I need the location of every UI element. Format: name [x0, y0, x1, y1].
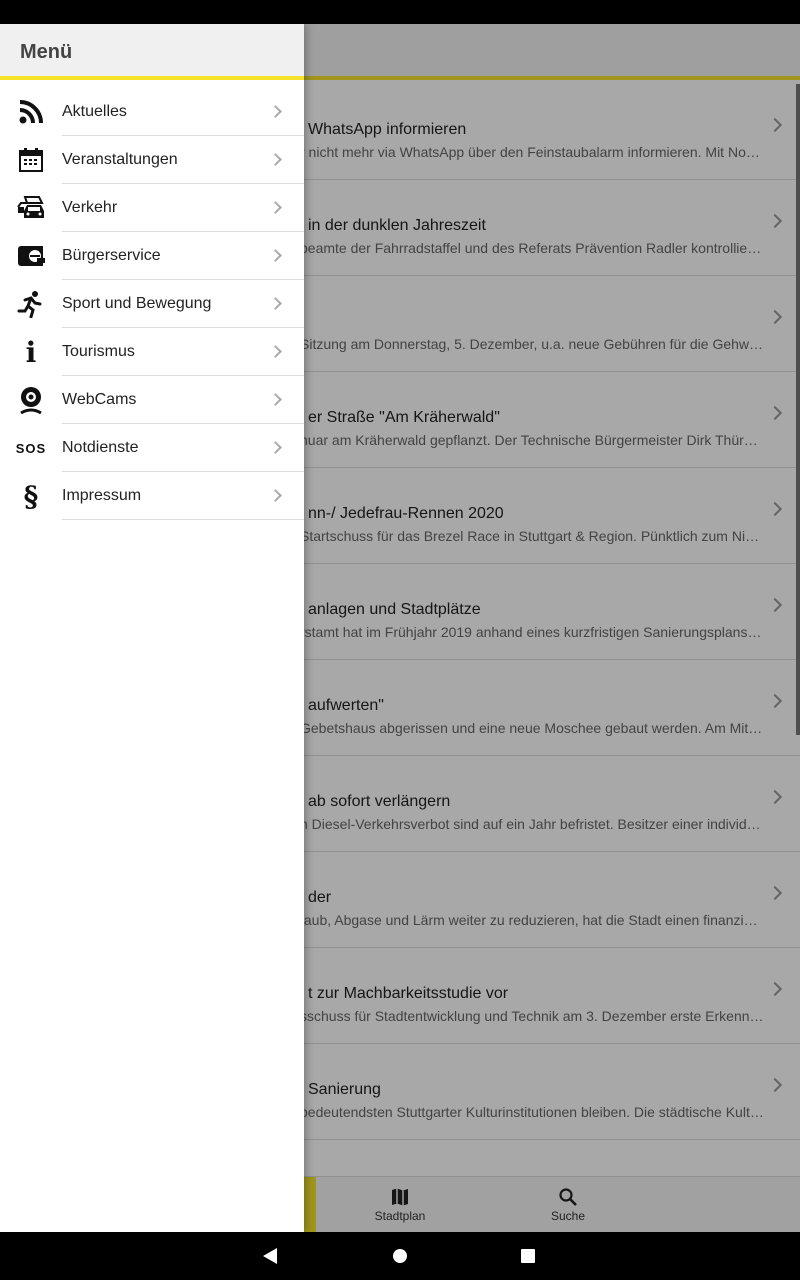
menu-item-verkehr[interactable]: Verkehr — [0, 184, 304, 232]
menu-item-tourismus[interactable]: i Tourismus — [0, 328, 304, 376]
drawer-title: Menü — [0, 24, 304, 80]
menu-item-webcams[interactable]: WebCams — [0, 376, 304, 424]
running-icon — [16, 290, 46, 318]
menu-item-sport-und-bewegung[interactable]: Sport und Bewegung — [0, 280, 304, 328]
sos-glyph: SOS — [15, 440, 47, 456]
back-icon — [263, 1248, 277, 1264]
home-icon — [393, 1249, 407, 1263]
webcam-icon — [16, 386, 46, 414]
menu-item-label: Impressum — [62, 472, 304, 520]
info-glyph: i — [25, 335, 37, 369]
menu-item-label: Bürgerservice — [62, 232, 304, 280]
home-button[interactable] — [376, 1232, 424, 1280]
status-bar — [0, 0, 800, 24]
recents-icon — [521, 1249, 535, 1263]
menu-item-label: Sport und Bewegung — [62, 280, 304, 328]
drawer-menu: Aktuelles Veranstaltungen Verkehr Bürgerser… — [0, 80, 304, 520]
menu-item-label: Verkehr — [62, 184, 304, 232]
recents-button[interactable] — [504, 1232, 552, 1280]
menu-item-aktuelles[interactable]: Aktuelles — [0, 88, 304, 136]
menu-item-label: Aktuelles — [62, 88, 304, 136]
menu-item-impressum[interactable]: § Impressum — [0, 472, 304, 520]
traffic-cars-icon — [16, 194, 46, 222]
menu-item-veranstaltungen[interactable]: Veranstaltungen — [0, 136, 304, 184]
menu-item-notdienste[interactable]: SOS Notdienste — [0, 424, 304, 472]
paragraph-icon: § — [16, 479, 46, 513]
menu-item-label: Notdienste — [62, 424, 304, 472]
menu-item-label: Tourismus — [62, 328, 304, 376]
sos-icon: SOS — [16, 434, 46, 462]
navigation-drawer: Menü Aktuelles Veranstaltungen Verkehr Bürg… — [0, 24, 304, 1232]
back-button[interactable] — [246, 1232, 294, 1280]
rss-icon — [16, 98, 46, 126]
info-icon: i — [16, 335, 46, 369]
menu-item-label: WebCams — [62, 376, 304, 424]
menu-item-label: Veranstaltungen — [62, 136, 304, 184]
calendar-icon — [16, 146, 46, 174]
system-nav-bar — [0, 1232, 800, 1280]
menu-item-bürgerservice[interactable]: Bürgerservice — [0, 232, 304, 280]
paragraph-glyph: § — [23, 479, 39, 513]
e-service-icon — [16, 242, 46, 270]
